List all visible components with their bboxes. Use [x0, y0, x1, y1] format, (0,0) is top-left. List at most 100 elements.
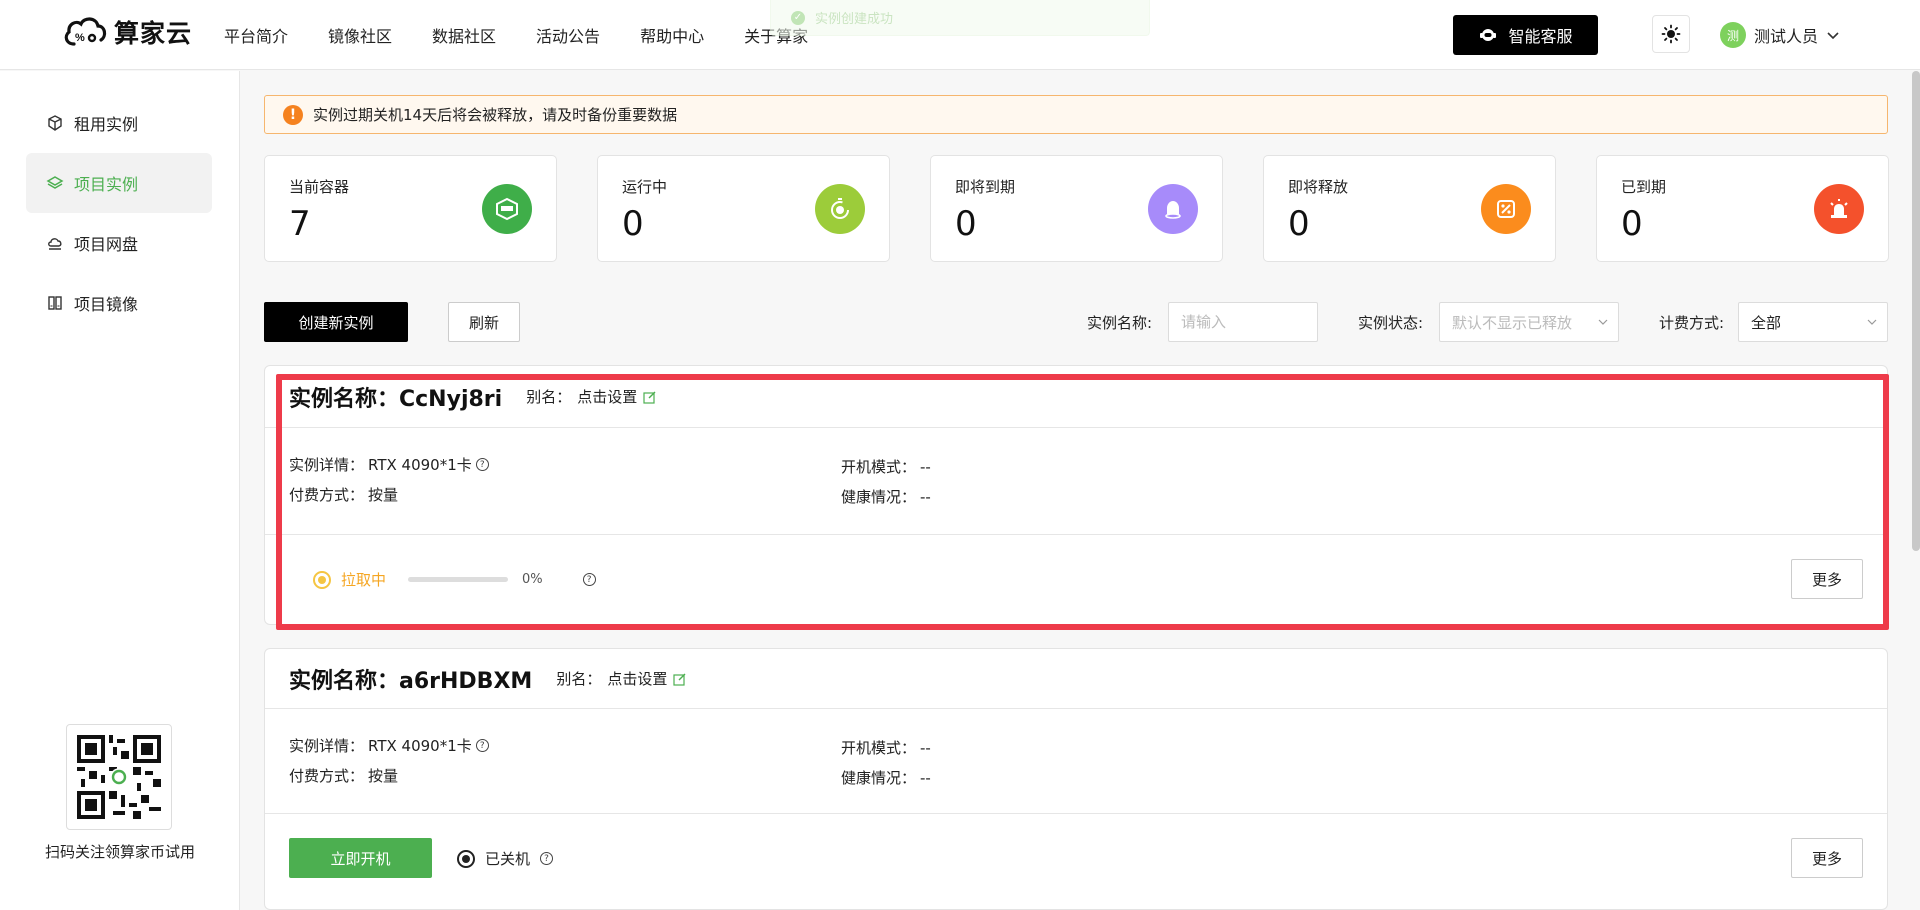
stat-label: 即将到期: [955, 178, 1016, 196]
instance-name-label: 实例名称:: [1087, 314, 1153, 332]
instance-card: 实例名称：a6rHDBXM 别名： 点击设置 实例详情： RTX 4090*1卡…: [264, 648, 1888, 910]
refresh-button[interactable]: 刷新: [448, 302, 520, 342]
alarm-siren-icon: [1814, 184, 1864, 234]
chevron-down-icon: [1827, 32, 1839, 40]
instance-detail: 实例详情： RTX 4090*1卡 ?: [289, 454, 489, 475]
health-value: --: [920, 487, 931, 506]
alias-set-link[interactable]: 点击设置: [607, 668, 667, 689]
sidebar-item-project-image[interactable]: 项目镜像: [26, 273, 212, 333]
stat-label: 运行中: [622, 178, 668, 196]
customer-service-button[interactable]: 智能客服: [1453, 15, 1598, 55]
edit-icon[interactable]: [673, 672, 687, 686]
billing-method-label: 计费方式:: [1659, 314, 1725, 332]
pull-progress-bar: [408, 577, 509, 582]
stat-label: 当前容器: [289, 178, 350, 196]
sidebar-item-project-instance[interactable]: 项目实例: [26, 153, 212, 213]
stats-row: 当前容器 7 运行中 0 即将到期 0 即将释放 0 已到期 0: [264, 155, 1889, 262]
health-status: 健康情况： --: [841, 486, 931, 507]
check-icon: ✓: [791, 10, 805, 25]
help-icon[interactable]: ?: [582, 573, 596, 586]
edit-icon[interactable]: [643, 390, 657, 404]
health-label: 健康情况：: [841, 488, 917, 506]
nav-announcements[interactable]: 活动公告: [536, 23, 600, 47]
payment-method: 付费方式： 按量: [289, 484, 398, 505]
pay-value: 按量: [368, 767, 399, 785]
avatar: 测: [1720, 22, 1746, 48]
boot-value: --: [920, 738, 931, 757]
stat-value: 0: [955, 204, 977, 244]
nav-platform-intro[interactable]: 平台简介: [224, 23, 288, 47]
more-button[interactable]: 更多: [1791, 838, 1863, 878]
instance-status-placeholder: 默认不显示已释放: [1452, 313, 1573, 332]
instance-detail: 实例详情： RTX 4090*1卡 ?: [289, 735, 489, 756]
sun-icon: [1661, 24, 1681, 44]
notice-text: 实例过期关机14天后将会被释放，请及时备份重要数据: [313, 106, 678, 124]
alias: 别名： 点击设置: [526, 386, 657, 407]
scrollbar[interactable]: [1912, 71, 1920, 551]
help-icon[interactable]: ?: [540, 852, 554, 865]
create-instance-button[interactable]: 创建新实例: [264, 302, 408, 342]
sidebar-item-label: 租用实例: [74, 115, 139, 134]
sidebar-item-label: 项目实例: [74, 175, 139, 194]
alias-label: 别名：: [526, 388, 572, 406]
layers-icon: [46, 176, 64, 189]
nav-data-community[interactable]: 数据社区: [432, 23, 496, 47]
success-toast: ✓ 实例创建成功: [770, 0, 1150, 36]
start-now-button[interactable]: 立即开机: [289, 838, 432, 878]
nav-image-community[interactable]: 镜像社区: [328, 23, 392, 47]
stat-label: 已到期: [1621, 178, 1667, 196]
cube-icon: [48, 115, 62, 131]
running-timer-icon: [815, 184, 865, 234]
instance-title: 实例名称：a6rHDBXM: [289, 668, 533, 694]
help-icon[interactable]: ?: [475, 739, 489, 752]
user-menu[interactable]: 测 测试人员: [1720, 22, 1840, 48]
instance-status-select[interactable]: 默认不显示已释放: [1439, 302, 1619, 342]
pulling-label: 拉取中: [341, 571, 387, 589]
theme-toggle-button[interactable]: [1652, 15, 1690, 53]
stat-card-expiring: 即将到期 0: [930, 155, 1223, 262]
instance-status-label: 实例状态:: [1358, 314, 1424, 332]
sidebar-item-label: 项目镜像: [74, 295, 139, 314]
stat-value: 0: [622, 204, 644, 244]
sidebar-item-rent-instance[interactable]: 租用实例: [26, 93, 212, 153]
billing-method-value: 全部: [1751, 313, 1782, 332]
stat-card-running: 运行中 0: [597, 155, 890, 262]
boot-mode: 开机模式： --: [841, 737, 931, 758]
instance-name-field[interactable]: [1168, 302, 1318, 342]
sidebar-item-label: 项目网盘: [74, 235, 139, 254]
health-label: 健康情况：: [841, 769, 917, 787]
nav-help-center[interactable]: 帮助中心: [640, 23, 704, 47]
logo-cloud-icon: %: [64, 17, 107, 46]
cloud-disk-icon: [48, 238, 62, 250]
detail-label: 实例详情：: [289, 456, 365, 474]
qr-code: [66, 724, 172, 830]
pay-value: 按量: [368, 486, 399, 504]
stopped-label: 已关机: [485, 850, 531, 868]
container-box-icon: [482, 184, 532, 234]
instance-card-footer: 立即开机 已关机 ? 更多: [265, 813, 1887, 903]
instance-name-input[interactable]: [1181, 313, 1317, 331]
warning-icon: !: [283, 104, 303, 125]
billing-method-select[interactable]: 全部: [1738, 302, 1888, 342]
svg-text:%: %: [75, 32, 85, 44]
alias-set-link[interactable]: 点击设置: [577, 386, 637, 407]
expiry-notice: ! 实例过期关机14天后将会被释放，请及时备份重要数据: [264, 95, 1888, 134]
stat-value: 7: [289, 204, 311, 244]
boot-value: --: [920, 457, 931, 476]
chevron-down-icon: [1867, 319, 1877, 325]
chevron-down-icon: [1598, 319, 1608, 325]
instance-card-header: 实例名称：a6rHDBXM 别名： 点击设置: [265, 649, 1887, 709]
stat-value: 0: [1621, 204, 1643, 244]
stat-card-current-containers: 当前容器 7: [264, 155, 557, 262]
bell-icon: [1148, 184, 1198, 234]
logo[interactable]: % 算家云: [62, 14, 192, 50]
pulling-indicator-icon: [313, 570, 331, 589]
sidebar: 租用实例 项目实例 项目网盘 项目镜像 扫码关注领算家币试用: [0, 71, 240, 910]
sidebar-item-project-disk[interactable]: 项目网盘: [26, 213, 212, 273]
stat-card-releasing: 即将释放 0: [1263, 155, 1556, 262]
instance-card-header: 实例名称：CcNyj8ri 别名： 点击设置: [265, 366, 1887, 428]
customer-service-label: 智能客服: [1508, 27, 1573, 46]
help-icon[interactable]: ?: [475, 458, 489, 471]
more-button[interactable]: 更多: [1791, 559, 1863, 599]
user-name: 测试人员: [1754, 27, 1819, 46]
